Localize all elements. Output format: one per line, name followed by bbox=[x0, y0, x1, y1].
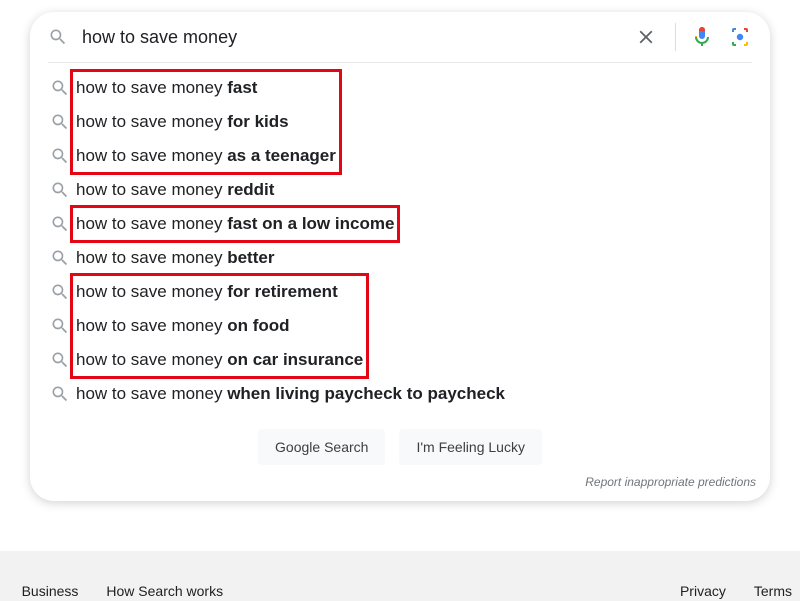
search-bar bbox=[30, 12, 770, 62]
search-icon bbox=[50, 248, 70, 268]
suggestion-text: how to save money for kids bbox=[76, 112, 289, 132]
search-icon bbox=[50, 384, 70, 404]
divider bbox=[675, 23, 676, 51]
suggestion-item[interactable]: how to save money when living paycheck t… bbox=[36, 377, 764, 411]
search-input[interactable] bbox=[82, 27, 617, 48]
search-panel: how to save money fast how to save money … bbox=[30, 12, 770, 501]
clear-button[interactable] bbox=[631, 22, 661, 52]
suggestion-item[interactable]: how to save money as a teenager bbox=[36, 139, 764, 173]
suggestion-item[interactable]: how to save money reddit bbox=[36, 173, 764, 207]
report-predictions-link[interactable]: Report inappropriate predictions bbox=[30, 475, 770, 489]
footer-link-business[interactable]: Business bbox=[22, 583, 79, 599]
search-icon bbox=[50, 316, 70, 336]
search-icon bbox=[50, 112, 70, 132]
suggestion-text: how to save money for retirement bbox=[76, 282, 338, 302]
footer-right: Privacy Terms bbox=[680, 583, 792, 599]
footer-link-terms[interactable]: Terms bbox=[754, 583, 792, 599]
suggestion-item[interactable]: how to save money for retirement bbox=[36, 275, 764, 309]
mic-icon bbox=[690, 25, 714, 49]
suggestion-item[interactable]: how to save money fast on a low income bbox=[36, 207, 764, 241]
footer-link-privacy[interactable]: Privacy bbox=[680, 583, 726, 599]
suggestion-text: how to save money fast on a low income bbox=[76, 214, 394, 234]
voice-search-button[interactable] bbox=[690, 25, 714, 49]
footer: ng Business How Search works Privacy Ter… bbox=[0, 583, 800, 601]
search-icon bbox=[48, 27, 68, 47]
suggestion-text: how to save money when living paycheck t… bbox=[76, 384, 505, 404]
close-icon bbox=[635, 26, 657, 48]
google-search-button[interactable]: Google Search bbox=[258, 429, 385, 465]
suggestion-text: how to save money better bbox=[76, 248, 274, 268]
suggestion-text: how to save money on car insurance bbox=[76, 350, 363, 370]
image-search-button[interactable] bbox=[728, 25, 752, 49]
feeling-lucky-button[interactable]: I'm Feeling Lucky bbox=[399, 429, 542, 465]
lens-icon bbox=[728, 25, 752, 49]
suggestion-text: how to save money as a teenager bbox=[76, 146, 336, 166]
suggestion-text: how to save money fast bbox=[76, 78, 257, 98]
suggestion-item[interactable]: how to save money better bbox=[36, 241, 764, 275]
search-icon bbox=[50, 350, 70, 370]
divider bbox=[48, 62, 752, 63]
suggestion-item[interactable]: how to save money on car insurance bbox=[36, 343, 764, 377]
suggestions-list: how to save money fast how to save money … bbox=[30, 71, 770, 411]
search-icon bbox=[50, 78, 70, 98]
search-icon bbox=[50, 146, 70, 166]
search-icon bbox=[50, 214, 70, 234]
button-row: Google Search I'm Feeling Lucky bbox=[30, 429, 770, 465]
suggestion-item[interactable]: how to save money for kids bbox=[36, 105, 764, 139]
suggestion-text: how to save money reddit bbox=[76, 180, 274, 200]
search-icon bbox=[50, 282, 70, 302]
suggestion-item[interactable]: how to save money fast bbox=[36, 71, 764, 105]
footer-link-howsearchworks[interactable]: How Search works bbox=[106, 583, 223, 599]
footer-left: ng Business How Search works bbox=[0, 583, 223, 599]
suggestion-item[interactable]: how to save money on food bbox=[36, 309, 764, 343]
suggestion-text: how to save money on food bbox=[76, 316, 290, 336]
search-icon bbox=[50, 180, 70, 200]
